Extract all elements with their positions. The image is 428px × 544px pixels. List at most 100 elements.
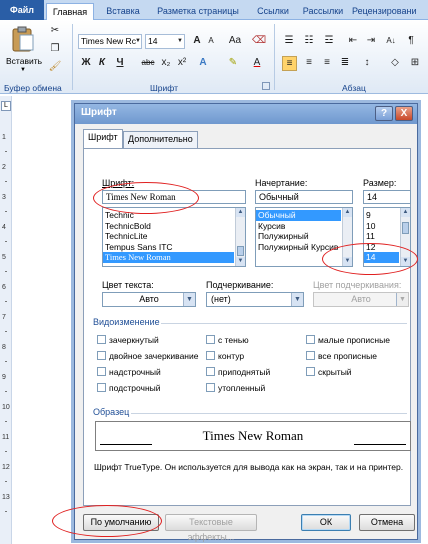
style-list[interactable]: Обычный Курсив Полужирный Полужирный Кур… — [255, 207, 353, 267]
checkbox-hidden[interactable]: скрытый — [306, 367, 352, 377]
set-default-button[interactable]: По умолчанию — [83, 514, 159, 531]
checkbox-subscript[interactable]: подстрочный — [97, 383, 161, 393]
tab-page-layout[interactable]: Разметка страницы — [148, 3, 248, 20]
shrink-font-icon[interactable]: A — [205, 34, 217, 49]
checkbox-shadow[interactable]: с тенью — [206, 335, 249, 345]
scroll-up-icon[interactable]: ▲ — [236, 208, 245, 217]
underline-icon[interactable]: Ч — [114, 56, 126, 71]
tab-insert[interactable]: Вставка — [100, 3, 146, 20]
grow-font-icon[interactable]: A — [190, 34, 204, 49]
scroll-up-icon[interactable]: ▲ — [401, 208, 410, 217]
font-list-scrollbar[interactable]: ▲ ▼ — [235, 208, 245, 266]
text-effects-icon[interactable]: A — [196, 56, 210, 71]
shading-icon[interactable]: ◇ — [388, 56, 402, 71]
style-list-scrollbar[interactable]: ▲ ▼ — [342, 208, 352, 266]
clear-formatting-icon[interactable]: ⌫ — [252, 34, 266, 49]
list-item-selected[interactable]: Обычный — [256, 210, 341, 221]
size-field[interactable]: 14 — [363, 190, 411, 204]
style-field[interactable]: Обычный — [255, 190, 353, 204]
ok-button[interactable]: ОК — [301, 514, 351, 531]
checkbox-small-caps[interactable]: малые прописные — [306, 335, 390, 345]
checkbox-box[interactable] — [306, 335, 315, 344]
list-item[interactable]: TechnicBold — [103, 221, 245, 232]
align-center-icon[interactable]: ≡ — [302, 56, 316, 71]
list-item-selected[interactable]: Times New Roman — [103, 252, 234, 263]
change-case-button[interactable]: Aa — [226, 34, 244, 49]
tab-mailings[interactable]: Рассылки — [298, 3, 348, 20]
copy-icon[interactable]: ❐ — [48, 42, 62, 57]
checkbox-emboss[interactable]: приподнятый — [206, 367, 270, 377]
line-spacing-icon[interactable]: ↕ — [360, 56, 374, 71]
justify-icon[interactable]: ≣ — [338, 56, 352, 71]
checkbox-box[interactable] — [206, 383, 215, 392]
checkbox-box[interactable] — [97, 335, 106, 344]
strikethrough-icon[interactable]: abc — [140, 56, 156, 71]
subscript-icon[interactable]: x₂ — [160, 56, 172, 71]
checkbox-box[interactable] — [306, 367, 315, 376]
tab-file[interactable]: Файл — [0, 0, 44, 20]
tab-home[interactable]: Главная — [46, 3, 94, 20]
bold-icon[interactable]: Ж — [80, 56, 92, 71]
checkbox-box[interactable] — [206, 367, 215, 376]
checkbox-strikethrough[interactable]: зачеркнутый — [97, 335, 159, 345]
decrease-indent-icon[interactable]: ⇤ — [346, 34, 360, 49]
list-item[interactable]: Полужирный — [256, 231, 352, 242]
text-color-select[interactable]: Авто ▼ — [102, 292, 196, 307]
chevron-down-icon[interactable]: ▼ — [176, 34, 184, 49]
bullets-icon[interactable]: ☰ — [282, 34, 296, 49]
sort-icon[interactable]: A↓ — [384, 34, 398, 49]
multilevel-list-icon[interactable]: ☲ — [322, 34, 336, 49]
list-item-selected[interactable]: 14 — [364, 252, 399, 263]
scroll-down-icon[interactable]: ▼ — [343, 257, 352, 266]
tab-advanced[interactable]: Дополнительно — [123, 131, 198, 148]
size-list[interactable]: 9 10 11 12 14 ▲ ▼ — [363, 207, 411, 267]
tab-selector-icon[interactable]: L — [1, 101, 11, 111]
highlight-icon[interactable]: ✎ — [226, 56, 240, 71]
scroll-down-icon[interactable]: ▼ — [236, 257, 245, 266]
checkbox-box[interactable] — [97, 351, 106, 360]
size-list-scrollbar[interactable]: ▲ ▼ — [400, 208, 410, 266]
checkbox-outline[interactable]: контур — [206, 351, 244, 361]
font-color-icon[interactable]: A — [250, 56, 264, 71]
underline-select[interactable]: (нет) ▼ — [206, 292, 304, 307]
checkbox-all-caps[interactable]: все прописные — [306, 351, 377, 361]
cancel-button[interactable]: Отмена — [359, 514, 415, 531]
font-name-field[interactable]: Times New Roman — [102, 190, 246, 204]
font-list[interactable]: Technic TechnicBold TechnicLite Tempus S… — [102, 207, 246, 267]
list-item[interactable]: TechnicLite — [103, 231, 245, 242]
checkbox-box[interactable] — [206, 335, 215, 344]
tab-references[interactable]: Ссылки — [252, 3, 294, 20]
checkbox-superscript[interactable]: надстрочный — [97, 367, 161, 377]
borders-icon[interactable]: ⊞ — [408, 56, 422, 71]
list-item[interactable]: Курсив — [256, 221, 352, 232]
format-painter-icon[interactable]: 🖌 — [48, 60, 62, 75]
align-right-icon[interactable]: ≡ — [320, 56, 334, 71]
chevron-down-icon[interactable]: ▼ — [291, 293, 303, 306]
list-item[interactable]: Technic — [103, 210, 245, 221]
checkbox-box[interactable] — [206, 351, 215, 360]
checkbox-double-strikethrough[interactable]: двойное зачеркивание — [97, 351, 198, 361]
checkbox-box[interactable] — [97, 383, 106, 392]
tab-font[interactable]: Шрифт — [83, 129, 123, 149]
cut-icon[interactable]: ✂ — [48, 24, 62, 39]
list-item[interactable]: Tempus Sans ITC — [103, 242, 245, 253]
chevron-down-icon[interactable]: ▼ — [183, 293, 195, 306]
superscript-icon[interactable]: x² — [176, 56, 188, 71]
increase-indent-icon[interactable]: ⇥ — [364, 34, 378, 49]
checkbox-box[interactable] — [97, 367, 106, 376]
dialog-titlebar[interactable]: Шрифт ? X — [75, 104, 417, 124]
scroll-thumb[interactable] — [237, 246, 244, 256]
list-item[interactable]: Полужирный Курсив — [256, 242, 352, 253]
tab-review[interactable]: Рецензировани — [352, 3, 428, 20]
checkbox-engrave[interactable]: утопленный — [206, 383, 265, 393]
font-dialog-launcher-icon[interactable] — [262, 82, 270, 90]
scroll-up-icon[interactable]: ▲ — [343, 208, 352, 217]
chevron-down-icon[interactable]: ▼ — [134, 34, 142, 49]
scroll-thumb[interactable] — [402, 222, 409, 234]
font-name-box[interactable]: Times New Rc — [78, 34, 142, 49]
italic-icon[interactable]: К — [96, 56, 108, 71]
checkbox-box[interactable] — [306, 351, 315, 360]
close-button[interactable]: X — [395, 106, 413, 121]
help-button[interactable]: ? — [375, 106, 393, 121]
show-marks-icon[interactable]: ¶ — [404, 34, 418, 49]
